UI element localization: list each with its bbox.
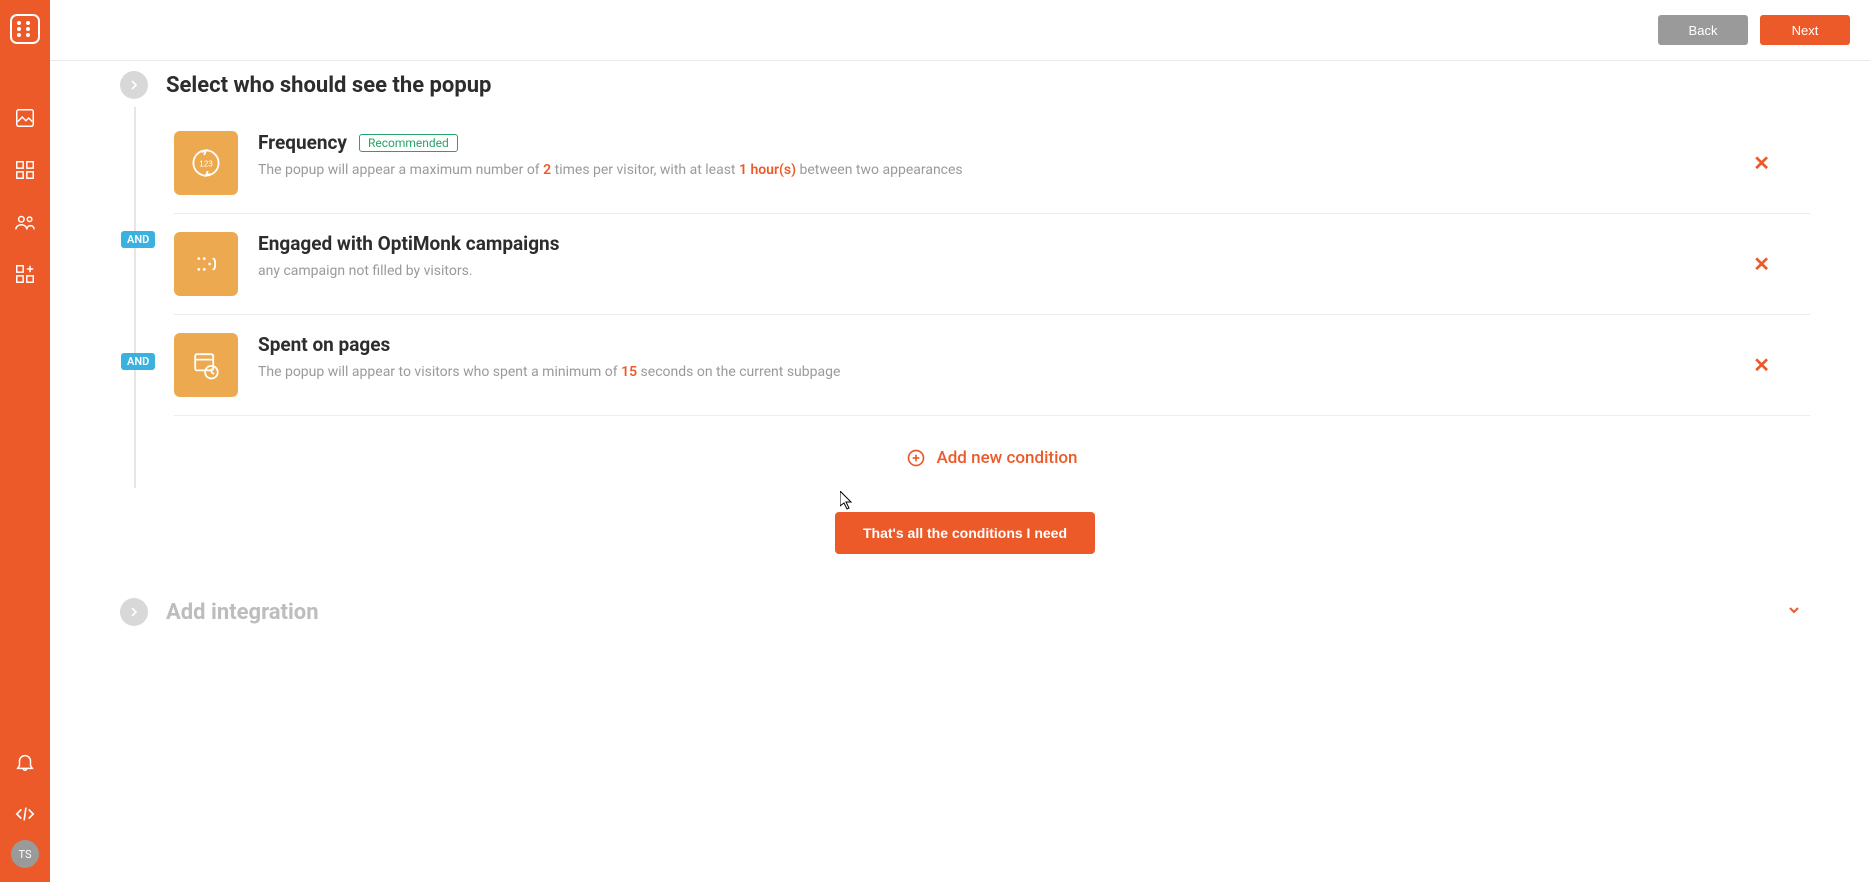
condition-title: Engaged with OptiMonk campaigns [258,232,559,255]
back-button[interactable]: Back [1658,15,1748,45]
user-avatar[interactable]: TS [11,840,39,868]
nav-notifications[interactable] [0,736,50,788]
next-button[interactable]: Next [1760,15,1850,45]
condition-card-spent[interactable]: Spent on pages The popup will appear to … [174,315,1810,416]
frequency-icon: 123 [174,131,238,195]
integration-title: Add integration [166,600,319,625]
and-connector: AND [121,231,155,248]
nav-apps[interactable] [0,248,50,300]
chevron-down-icon [1786,602,1802,618]
add-condition-button[interactable]: Add new condition [174,416,1810,488]
condition-card-engaged[interactable]: Engaged with OptiMonk campaigns any camp… [174,214,1810,315]
engaged-icon [174,232,238,296]
condition-title: Frequency [258,131,347,154]
and-connector: AND [121,353,155,370]
section-header: Select who should see the popup [120,71,1810,99]
remove-condition-button[interactable]: ✕ [1743,141,1780,185]
grid-icon [14,159,36,181]
nav-dashboard[interactable] [0,92,50,144]
svg-text:123: 123 [199,160,213,169]
integration-section[interactable]: Add integration [120,594,1810,630]
image-icon [14,107,36,129]
condition-desc: any campaign not filled by visitors. [258,261,1723,282]
condition-title: Spent on pages [258,333,390,356]
remove-condition-button[interactable]: ✕ [1743,343,1780,387]
people-icon [14,211,36,233]
sidebar: TS [0,0,50,882]
cursor-icon [840,491,856,511]
nav-audience[interactable] [0,196,50,248]
recommended-badge: Recommended [359,134,458,152]
nav-campaigns[interactable] [0,144,50,196]
spent-on-pages-icon [174,333,238,397]
expand-integration-button[interactable] [1778,594,1810,630]
condition-desc: The popup will appear to visitors who sp… [258,362,1723,383]
condition-card-frequency[interactable]: 123 Frequency Recommended The popup will… [174,113,1810,214]
done-conditions-button[interactable]: That's all the conditions I need [835,512,1095,554]
topbar: Back Next [50,0,1870,61]
condition-desc: The popup will appear a maximum number o… [258,160,1723,181]
bell-icon [14,751,36,773]
section-arrow-icon [120,71,148,99]
section-title: Select who should see the popup [166,73,491,98]
nav-code[interactable] [0,788,50,840]
grid-plus-icon [14,263,36,285]
code-icon [14,803,36,825]
app-logo[interactable] [10,14,40,44]
timeline-line [134,107,136,488]
plus-circle-icon [906,448,926,468]
remove-condition-button[interactable]: ✕ [1743,242,1780,286]
section-arrow-icon [120,598,148,626]
logo-dots-icon [17,21,33,37]
